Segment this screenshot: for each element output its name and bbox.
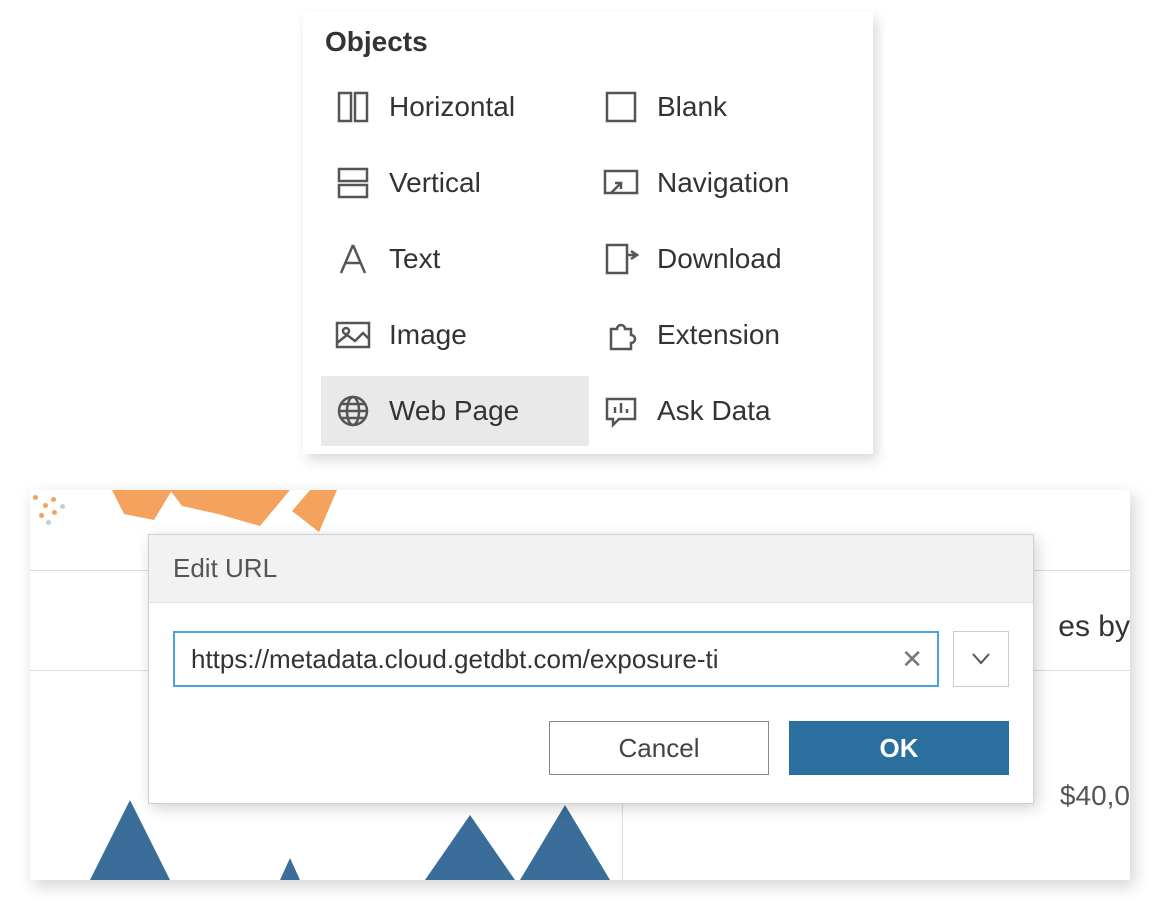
object-item-horizontal[interactable]: Horizontal: [321, 72, 589, 142]
object-item-label: Blank: [657, 91, 727, 123]
object-item-label: Vertical: [389, 167, 481, 199]
url-input-container: ✕: [173, 631, 939, 687]
objects-grid: Horizontal Blank Vertical: [321, 72, 869, 446]
map-shape: [112, 490, 172, 520]
object-item-label: Horizontal: [389, 91, 515, 123]
object-item-label: Text: [389, 243, 440, 275]
puzzle-icon: [599, 313, 643, 357]
object-item-label: Extension: [657, 319, 780, 351]
download-icon: [599, 237, 643, 281]
columns-icon: [331, 85, 375, 129]
dialog-title: Edit URL: [149, 535, 1033, 603]
objects-panel: Objects Horizontal Blank: [303, 12, 873, 454]
object-item-label: Download: [657, 243, 782, 275]
object-item-label: Ask Data: [657, 395, 771, 427]
object-item-navigation[interactable]: Navigation: [589, 148, 857, 218]
object-item-blank[interactable]: Blank: [589, 72, 857, 142]
object-item-vertical[interactable]: Vertical: [321, 148, 589, 218]
image-icon: [331, 313, 375, 357]
globe-icon: [331, 389, 375, 433]
map-shape: [292, 490, 337, 532]
text-icon: [331, 237, 375, 281]
object-item-image[interactable]: Image: [321, 300, 589, 370]
map-shape: [170, 490, 290, 530]
url-dropdown-button[interactable]: [953, 631, 1009, 687]
cancel-button[interactable]: Cancel: [549, 721, 769, 775]
map-dots: [30, 490, 80, 530]
object-item-extension[interactable]: Extension: [589, 300, 857, 370]
edit-url-dialog: Edit URL ✕ Cancel OK: [148, 534, 1034, 804]
object-item-label: Image: [389, 319, 467, 351]
object-item-download[interactable]: Download: [589, 224, 857, 294]
ok-button[interactable]: OK: [789, 721, 1009, 775]
rows-icon: [331, 161, 375, 205]
background-amount-fragment: $40,0: [1060, 780, 1130, 812]
chat-bar-icon: [599, 389, 643, 433]
clear-input-icon[interactable]: ✕: [897, 644, 927, 675]
square-icon: [599, 85, 643, 129]
background-title-fragment: es by: [1058, 610, 1130, 644]
object-item-webpage[interactable]: Web Page: [321, 376, 589, 446]
object-item-askdata[interactable]: Ask Data: [589, 376, 857, 446]
object-item-label: Web Page: [389, 395, 519, 427]
objects-panel-title: Objects: [325, 26, 869, 58]
url-input[interactable]: [189, 643, 897, 676]
object-item-label: Navigation: [657, 167, 789, 199]
navigation-icon: [599, 161, 643, 205]
object-item-text[interactable]: Text: [321, 224, 589, 294]
